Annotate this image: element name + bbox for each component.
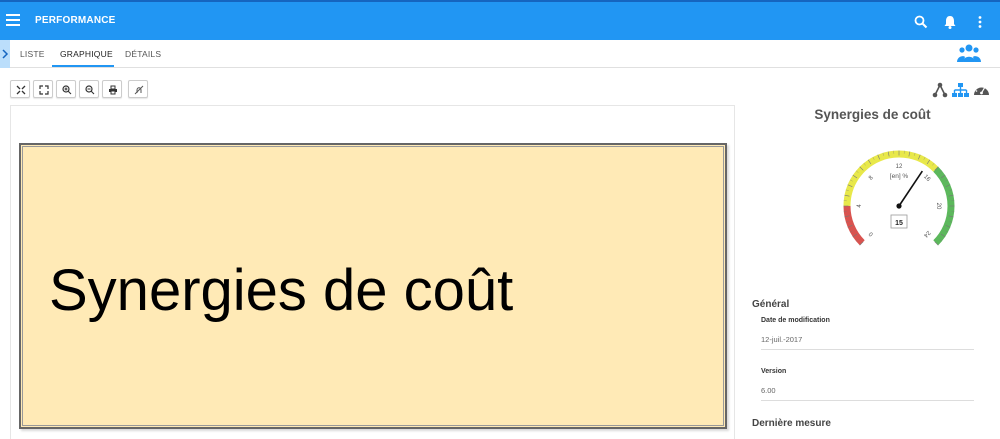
- divider: [761, 400, 974, 401]
- fullscreen-button[interactable]: [33, 80, 53, 98]
- gauge-pivot: [896, 203, 902, 209]
- gauge-tick-label: 0: [868, 230, 875, 237]
- print-button[interactable]: [102, 80, 122, 98]
- app-title: PERFORMANCE: [35, 15, 116, 26]
- gauge-tick-label: 4: [857, 204, 863, 208]
- gauge-value: 15: [895, 220, 903, 227]
- gauge-chart: 0 4 8 12 16 20 24 [en] % 15: [843, 150, 955, 246]
- date-label: Date de modification: [761, 317, 830, 324]
- date-value: 12-juil.-2017: [761, 335, 803, 344]
- menu-icon[interactable]: [6, 14, 20, 28]
- gauge-tick-label: 20: [935, 203, 941, 210]
- fit-button[interactable]: [10, 80, 30, 98]
- fullscreen-icon: [39, 85, 49, 95]
- general-section-title: Général: [752, 299, 790, 310]
- version-label: Version: [761, 368, 787, 375]
- org-chart-icon[interactable]: [952, 82, 969, 98]
- tab-liste[interactable]: LISTE: [20, 49, 45, 59]
- search-icon[interactable]: [913, 14, 929, 30]
- note-text: Synergies de coût: [49, 258, 514, 323]
- gauge-unit-label: [en] %: [890, 173, 909, 180]
- zoom-out-button[interactable]: [79, 80, 99, 98]
- gauge-tick-label: 12: [896, 164, 903, 170]
- panel-title: Synergies de coût: [814, 107, 931, 122]
- zoom-in-icon: [62, 85, 72, 95]
- zoom-out-icon: [85, 85, 95, 95]
- last-measure-section-title: Dernière mesure: [752, 418, 831, 429]
- tab-details[interactable]: DÉTAILS: [125, 49, 161, 59]
- tab-bar: LISTE GRAPHIQUE DÉTAILS: [0, 40, 1000, 68]
- fit-icon: [16, 85, 26, 95]
- hide-icon: [134, 85, 144, 95]
- more-vert-icon[interactable]: [972, 14, 988, 30]
- sidebar-expand-button[interactable]: [0, 40, 10, 68]
- zoom-in-button[interactable]: [56, 80, 76, 98]
- active-tab-indicator: [52, 65, 114, 67]
- diagram-canvas[interactable]: Synergies de coût: [10, 105, 735, 439]
- app-bar: PERFORMANCE: [0, 0, 1000, 40]
- dashboard-gauge-icon[interactable]: [973, 82, 990, 98]
- bell-icon[interactable]: [942, 14, 958, 30]
- hierarchy-icon[interactable]: [932, 82, 948, 98]
- version-value: 6.00: [761, 386, 776, 395]
- gauge-zone-1: [843, 150, 939, 207]
- tab-graphique[interactable]: GRAPHIQUE: [60, 49, 113, 59]
- team-icon[interactable]: [957, 43, 981, 63]
- divider: [761, 349, 974, 350]
- chevron-right-icon: [2, 49, 9, 59]
- gauge-tick-label: 8: [868, 175, 875, 182]
- print-icon: [109, 85, 117, 95]
- hide-button[interactable]: [128, 80, 148, 98]
- diagram-note-shape[interactable]: Synergies de coût: [19, 143, 727, 429]
- gauge-tick-label: 16: [922, 174, 931, 183]
- gauge-tick-label: 24: [922, 229, 931, 238]
- gauge-zone-0: [843, 205, 865, 246]
